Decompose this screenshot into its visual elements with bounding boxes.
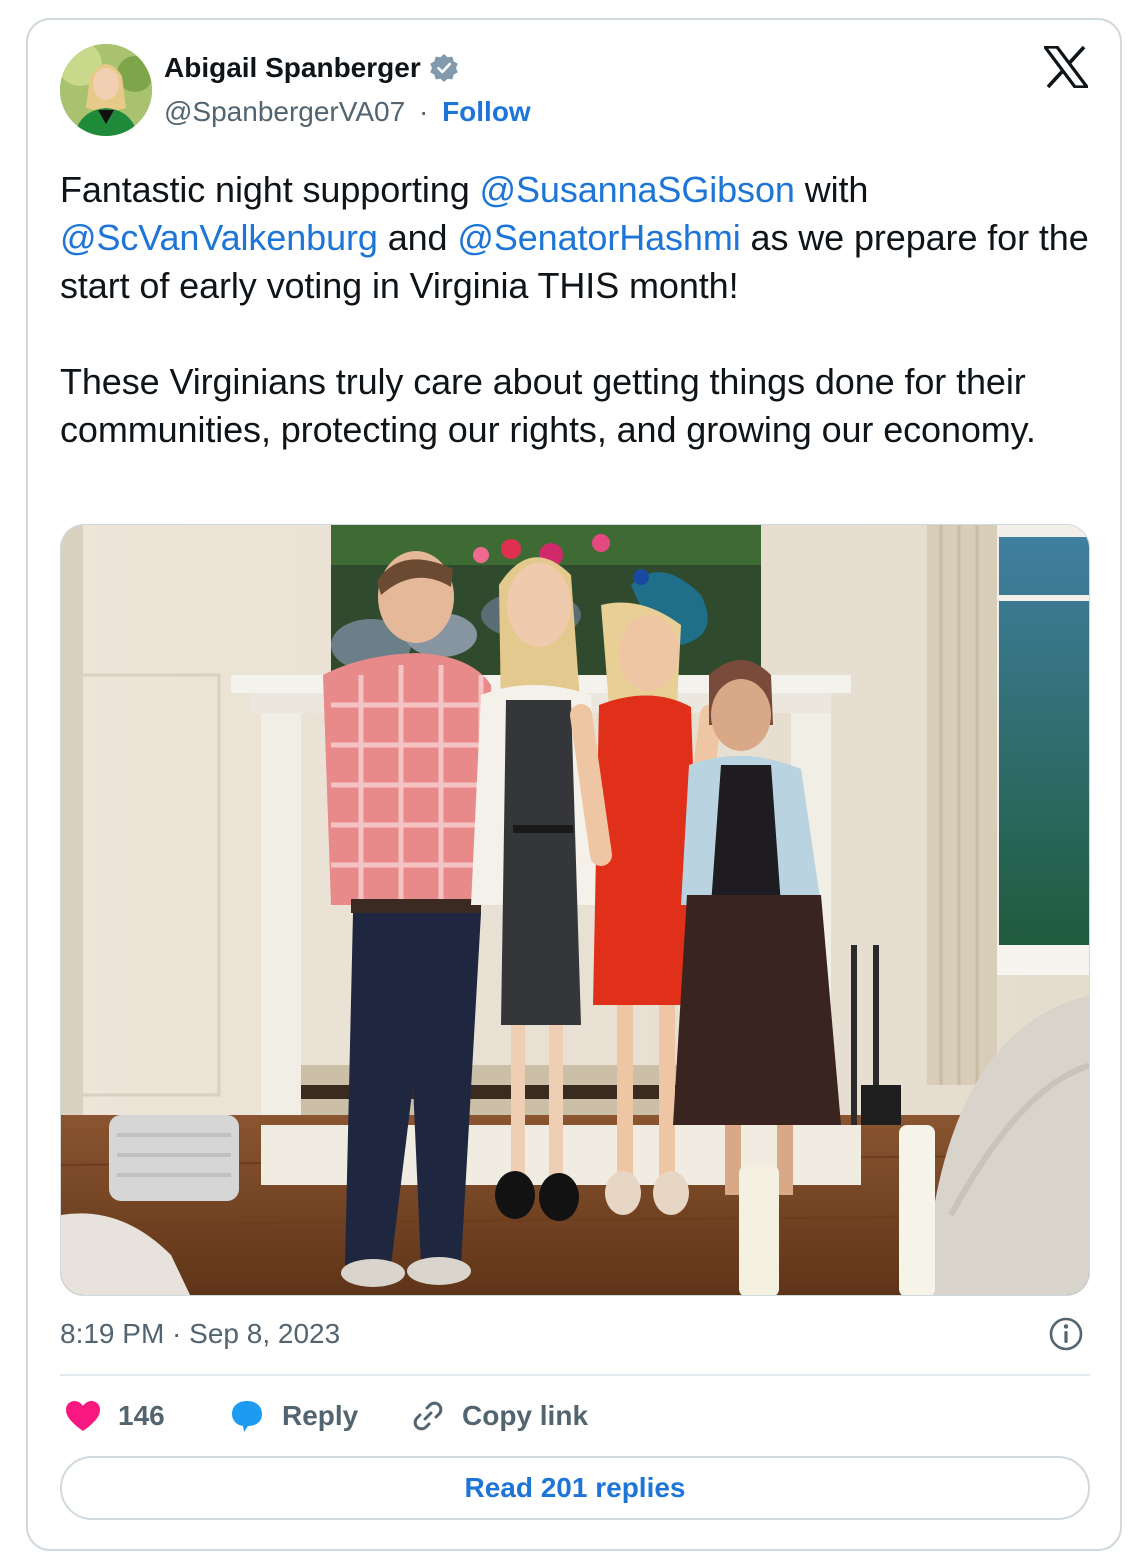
mention-senator-hashmi[interactable]: @SenatorHashmi — [457, 217, 740, 258]
tweet-text-segment: and — [377, 217, 458, 258]
divider — [60, 1374, 1090, 1376]
mention-sc-van-valkenburg[interactable]: @ScVanValkenburg — [60, 217, 378, 258]
author-avatar[interactable] — [60, 44, 152, 136]
tweet-text-segment: with — [794, 169, 869, 210]
info-icon[interactable] — [1048, 1316, 1084, 1352]
read-replies-button[interactable]: Read 201 replies — [60, 1456, 1090, 1520]
tweet-paragraph-2: These Virginians truly care about gettin… — [60, 361, 1036, 450]
reply-label: Reply — [282, 1400, 359, 1431]
x-logo-icon[interactable] — [1041, 45, 1091, 89]
verified-badge-icon — [429, 53, 459, 83]
mention-susanna-gibson[interactable]: @SusannaSGibson — [480, 169, 795, 210]
author-name-text: Abigail Spanberger — [164, 52, 421, 83]
read-replies-label: Read 201 replies — [464, 1472, 686, 1503]
tweet-paragraph-1: Fantastic night supporting @SusannaSGibs… — [60, 166, 1090, 310]
tweet-timestamp[interactable]: 8:19 PM · Sep 8, 2023 — [60, 1318, 340, 1350]
tweet-photo[interactable] — [60, 524, 1090, 1296]
tweet-text: Fantastic night supporting @SusannaSGibs… — [60, 166, 1090, 454]
follow-button[interactable]: Follow — [442, 96, 531, 127]
like-count: 146 — [118, 1400, 165, 1431]
speech-bubble-icon — [232, 1401, 262, 1432]
author-handle[interactable]: @SpanbergerVA07 — [164, 96, 405, 127]
tweet-text-segment: Fantastic night supporting — [60, 169, 480, 210]
link-icon — [413, 1401, 443, 1431]
author-handle-row: @SpanbergerVA07 · Follow — [164, 96, 531, 128]
separator-dot: · — [418, 96, 429, 127]
reply-button[interactable]: Reply — [228, 1396, 358, 1436]
like-button[interactable]: 146 — [64, 1396, 165, 1436]
copy-link-label: Copy link — [462, 1400, 589, 1431]
copy-link-button[interactable]: Copy link — [410, 1396, 588, 1436]
author-name[interactable]: Abigail Spanberger — [164, 52, 459, 84]
heart-icon — [66, 1401, 100, 1431]
